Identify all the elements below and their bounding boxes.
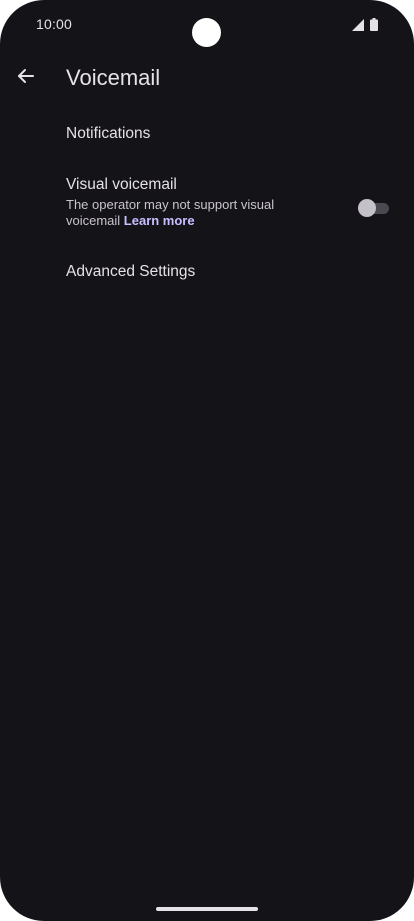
page-title: Voicemail	[66, 65, 161, 90]
visual-voicemail-title: Visual voicemail	[66, 176, 177, 193]
notifications-title: Notifications	[66, 125, 151, 142]
status-icons	[352, 17, 378, 31]
phone-screen: 10:00 Voicemail Notifications Visual voi…	[0, 0, 414, 921]
learn-more-link[interactable]: Learn more	[124, 213, 195, 228]
camera-cutout	[192, 18, 221, 47]
arrow-back-icon	[17, 67, 35, 90]
home-indicator[interactable]	[156, 907, 258, 911]
toggle-thumb	[358, 199, 376, 217]
advanced-settings-title: Advanced Settings	[66, 263, 196, 280]
advanced-settings-item[interactable]: Advanced Settings	[0, 246, 414, 302]
status-bar: 10:00	[0, 0, 414, 50]
status-time: 10:00	[36, 16, 73, 32]
signal-icon	[352, 19, 364, 31]
visual-voicemail-toggle[interactable]	[358, 198, 390, 218]
battery-icon	[370, 18, 378, 31]
app-bar: Voicemail	[0, 56, 414, 100]
back-button[interactable]	[10, 62, 42, 94]
visual-voicemail-summary: The operator may not support visual voic…	[66, 197, 306, 229]
visual-voicemail-item[interactable]: Visual voicemail The operator may not su…	[0, 166, 414, 240]
notifications-item[interactable]: Notifications	[0, 106, 414, 162]
